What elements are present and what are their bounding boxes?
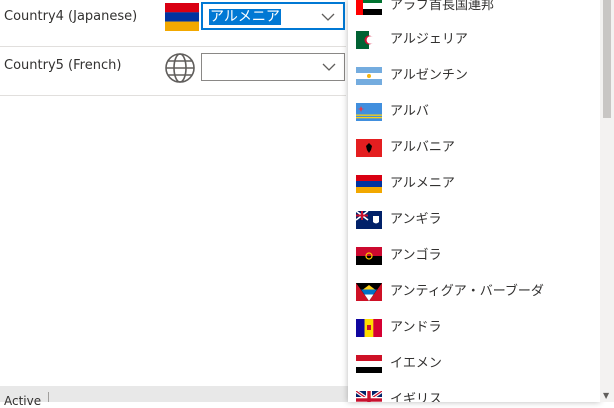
flag-uk-icon: [356, 391, 382, 402]
status-text: Active: [4, 394, 42, 408]
flag-armenia-icon: [165, 3, 199, 31]
dropdown-item-albania[interactable]: アルバニア: [348, 130, 600, 166]
dropdown-item-label: アルメニア: [390, 176, 455, 191]
dropdown-item-argentina[interactable]: アルゼンチン: [348, 58, 600, 94]
dropdown-item-label: アンドラ: [390, 320, 442, 335]
country4-input[interactable]: アルメニア: [209, 8, 281, 26]
flag-uae-icon: [356, 0, 382, 15]
dropdown-item-label: アルバニア: [390, 140, 455, 155]
flag-armenia-icon: [356, 175, 382, 193]
dropdown-item-label: イエメン: [390, 356, 442, 371]
dropdown-item-uae[interactable]: アラブ首長国連邦: [348, 0, 600, 24]
dropdown-item-label: アラブ首長国連邦: [390, 0, 495, 13]
flag-andorra-icon: [356, 319, 382, 337]
flag-anguilla-icon: [356, 211, 382, 229]
flag-albania-icon: [356, 139, 382, 157]
status-bar: Active: [0, 386, 348, 408]
globe-icon: [164, 52, 198, 83]
dropdown-item-label: アルゼンチン: [390, 68, 468, 83]
form-row-country5: Country5 (French): [0, 47, 346, 96]
flag-yemen-icon: [356, 355, 382, 373]
dropdown-item-angola[interactable]: アンゴラ: [348, 238, 600, 274]
status-divider: [48, 392, 49, 402]
country5-combobox[interactable]: [201, 53, 345, 81]
dropdown-scrollbar[interactable]: ▼: [600, 0, 614, 402]
dropdown-item-label: アルジェリア: [390, 32, 468, 47]
country4-combobox[interactable]: アルメニア: [201, 2, 345, 30]
flag-argentina-icon: [356, 67, 382, 85]
dropdown-item-label: アンゴラ: [390, 248, 442, 263]
country-dropdown-list[interactable]: アラブ首長国連邦 アルジェリア アルゼンチン アルバ アルバニア アルメニア ア…: [348, 0, 600, 402]
dropdown-item-anguilla[interactable]: アンギラ: [348, 202, 600, 238]
scrollbar-thumb[interactable]: [603, 0, 611, 118]
dropdown-item-andorra[interactable]: アンドラ: [348, 310, 600, 346]
flag-aruba-icon: [356, 103, 382, 121]
dropdown-item-algeria[interactable]: アルジェリア: [348, 22, 600, 58]
dropdown-item-aruba[interactable]: アルバ: [348, 94, 600, 130]
dropdown-item-label: イギリス: [390, 392, 443, 402]
chevron-down-icon[interactable]: [321, 12, 335, 22]
dropdown-item-uk[interactable]: イギリス: [348, 382, 600, 402]
flag-angola-icon: [356, 247, 382, 265]
dropdown-item-label: アンギラ: [390, 212, 442, 227]
dropdown-item-armenia[interactable]: アルメニア: [348, 166, 600, 202]
dropdown-item-label: アルバ: [390, 104, 429, 119]
country5-label: Country5 (French): [4, 58, 122, 73]
chevron-down-icon[interactable]: [322, 62, 336, 72]
flag-algeria-icon: [356, 31, 382, 49]
form-row-country4: Country4 (Japanese) アルメニア: [0, 0, 346, 47]
dropdown-item-yemen[interactable]: イエメン: [348, 346, 600, 382]
dropdown-item-label: アンティグア・バーブーダ: [390, 284, 544, 299]
country4-label: Country4 (Japanese): [4, 9, 138, 24]
dropdown-item-antigua-barbuda[interactable]: アンティグア・バーブーダ: [348, 274, 600, 310]
scroll-down-arrow-icon[interactable]: ▼: [603, 391, 609, 400]
flag-antigua-icon: [356, 283, 382, 301]
